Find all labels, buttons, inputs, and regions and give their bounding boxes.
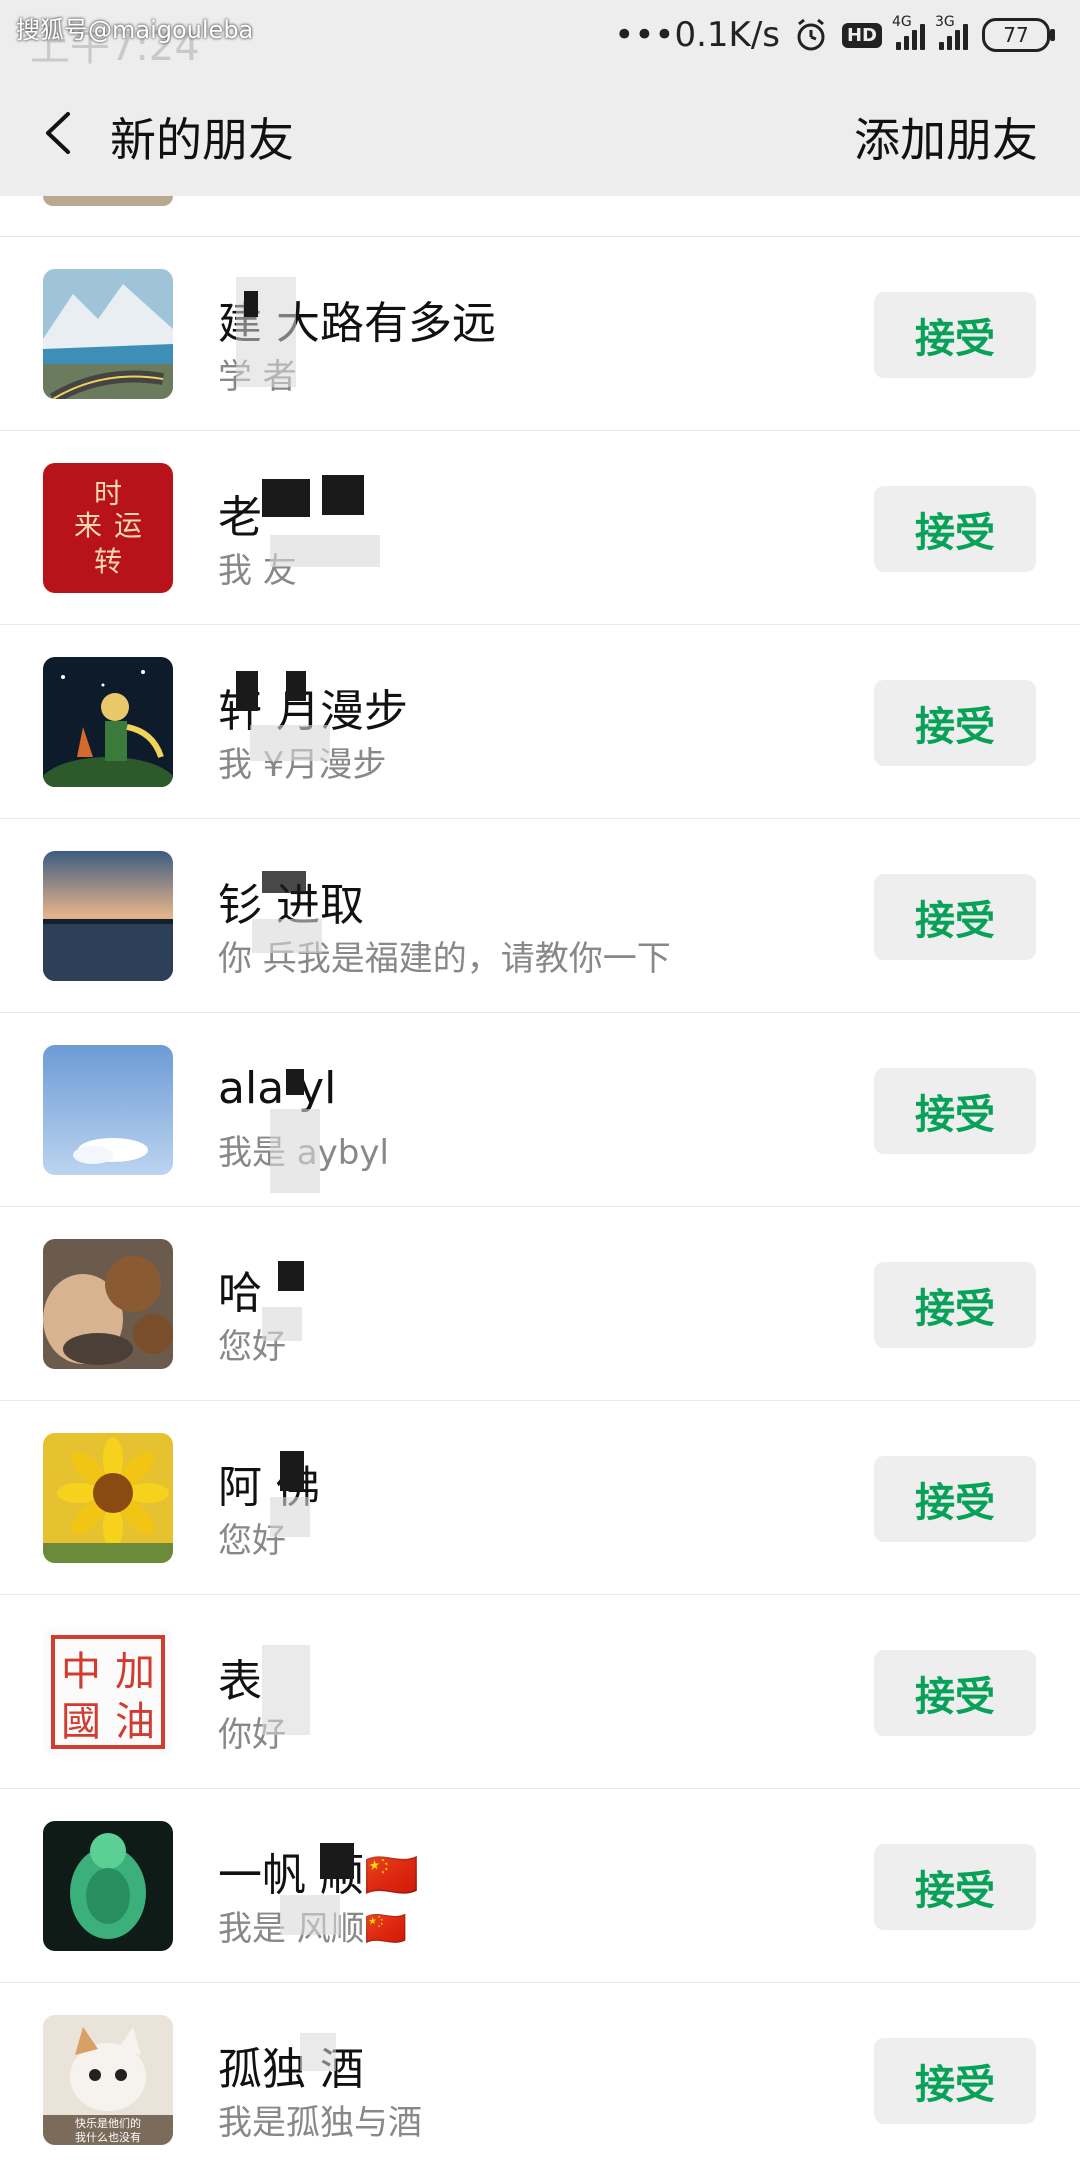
add-friend-button[interactable]: 添加朋友 xyxy=(854,104,1038,170)
svg-text:國: 國 xyxy=(61,1699,101,1745)
accept-button[interactable]: 接受 xyxy=(874,486,1036,572)
accept-button[interactable]: 接受 xyxy=(874,874,1036,960)
avatar xyxy=(43,1433,173,1563)
signal-3g-icon: 3G xyxy=(935,14,968,50)
avatar: 快乐是他们的 我什么也没有 xyxy=(43,2015,173,2145)
friend-request-list: 建 大路有多远 学 者 接受 时 来 运 转 老 我 友 接受 xyxy=(0,196,1080,2176)
watermark: 搜狐号@maigouleba xyxy=(16,16,254,44)
status-bar: 上午7:24 搜狐号@maigouleba •••0.1K/s HD 4G 3G… xyxy=(0,0,1080,70)
list-item[interactable]: 轩 月漫步 我 ¥月漫步 接受 xyxy=(0,625,1080,819)
avatar xyxy=(43,851,173,981)
list-item[interactable]: 哈 您好 接受 xyxy=(0,1207,1080,1401)
list-item[interactable]: 中 加 國 油 表 你好 接受 xyxy=(0,1595,1080,1789)
network-speed: •••0.1K/s xyxy=(614,15,780,55)
avatar xyxy=(43,1045,173,1175)
avatar xyxy=(43,1239,173,1369)
list-item[interactable]: 钐 进取 你 兵我是福建的，请教你一下 接受 xyxy=(0,819,1080,1013)
friend-name: ala yl xyxy=(218,1063,337,1114)
friend-name: 孤独 酒 xyxy=(218,2044,364,2095)
avatar-text: 时 xyxy=(94,477,122,510)
accept-button[interactable]: 接受 xyxy=(874,1844,1036,1930)
accept-button[interactable]: 接受 xyxy=(874,2038,1036,2124)
battery-icon: 77 xyxy=(982,18,1055,52)
accept-button[interactable]: 接受 xyxy=(874,1650,1036,1736)
accept-button[interactable]: 接受 xyxy=(874,1262,1036,1348)
accept-button[interactable]: 接受 xyxy=(874,680,1036,766)
svg-text:中: 中 xyxy=(61,1649,101,1695)
nav-bar: 新的朋友 添加朋友 xyxy=(0,70,1080,196)
signal-3g-label: 3G xyxy=(935,14,955,30)
friend-name: 表 xyxy=(218,1656,262,1707)
avatar-caption: 快乐是他们的 xyxy=(75,2116,141,2130)
hd-icon: HD xyxy=(841,22,882,48)
alarm-icon xyxy=(794,18,828,52)
status-icons: •••0.1K/s HD 4G 3G 77 xyxy=(614,12,1055,58)
svg-text:油: 油 xyxy=(115,1699,155,1745)
list-item[interactable]: 建 大路有多远 学 者 接受 xyxy=(0,237,1080,431)
avatar xyxy=(43,1821,173,1951)
page-title: 新的朋友 xyxy=(110,113,294,167)
battery-level: 77 xyxy=(1003,23,1029,47)
svg-text:转: 转 xyxy=(94,545,122,578)
back-arrow-icon[interactable] xyxy=(40,110,80,156)
avatar: 时 来 运 转 xyxy=(43,463,173,593)
signal-4g-icon: 4G xyxy=(892,14,925,50)
friend-name: 一帆 顺🇨🇳 xyxy=(218,1850,419,1901)
svg-text:运: 运 xyxy=(114,509,142,542)
list-item[interactable]: 一帆 顺🇨🇳 我是 风顺🇨🇳 接受 xyxy=(0,1789,1080,1983)
avatar xyxy=(43,269,173,399)
friend-name: 哈 xyxy=(218,1268,262,1319)
list-item[interactable]: ala yl 我是 aybyl 接受 xyxy=(0,1013,1080,1207)
svg-text:来: 来 xyxy=(74,509,102,542)
list-item[interactable]: 快乐是他们的 我什么也没有 孤独 酒 我是孤独与酒 接受 xyxy=(0,1983,1080,2176)
friend-message: 我是孤独与酒 xyxy=(218,2103,422,2143)
svg-text:加: 加 xyxy=(115,1649,155,1695)
signal-4g-label: 4G xyxy=(892,14,912,30)
svg-text:我什么也没有: 我什么也没有 xyxy=(75,2130,141,2144)
friend-name: 老 xyxy=(218,492,262,543)
avatar xyxy=(43,196,173,206)
accept-button[interactable]: 接受 xyxy=(874,1068,1036,1154)
accept-button[interactable]: 接受 xyxy=(874,1456,1036,1542)
list-item-partial xyxy=(0,196,1080,237)
avatar xyxy=(43,657,173,787)
accept-button[interactable]: 接受 xyxy=(874,292,1036,378)
list-item[interactable]: 阿 佛 您好 接受 xyxy=(0,1401,1080,1595)
list-item[interactable]: 时 来 运 转 老 我 友 接受 xyxy=(0,431,1080,625)
avatar: 中 加 國 油 xyxy=(43,1627,173,1757)
